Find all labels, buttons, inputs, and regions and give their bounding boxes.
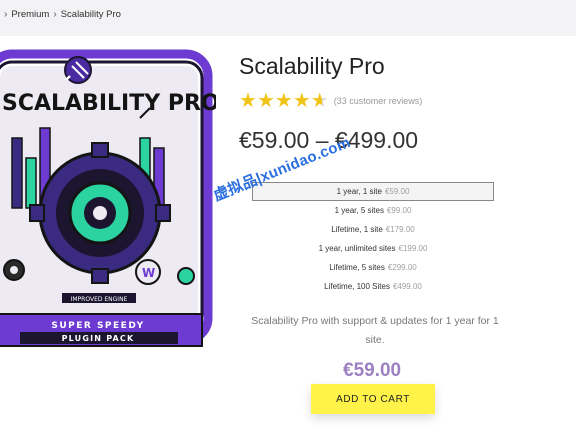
variation-price: €299.00 bbox=[387, 263, 417, 272]
variation-list: 1 year, 1 site €59.00 1 year, 5 sites €99.0… bbox=[252, 182, 494, 296]
current-price: €59.00 bbox=[343, 360, 402, 381]
add-to-cart-button[interactable]: ADD TO CART bbox=[311, 384, 435, 414]
variation-label: Lifetime, 5 sites bbox=[329, 263, 385, 272]
star-icon: ★ bbox=[256, 90, 275, 112]
chevron-right-icon: › bbox=[4, 9, 8, 20]
variation-label: Lifetime, 1 site bbox=[331, 225, 383, 234]
variation-option[interactable]: 1 year, unlimited sites €199.00 bbox=[252, 239, 494, 258]
variation-price: €199.00 bbox=[398, 244, 428, 253]
variation-price: €59.00 bbox=[384, 187, 410, 196]
breadcrumb-item-premium[interactable]: Premium bbox=[11, 9, 49, 20]
variation-label: 1 year, unlimited sites bbox=[318, 244, 396, 253]
artwork-tagline-1: SUPER SPEEDY bbox=[51, 321, 144, 331]
plug-icon bbox=[64, 56, 92, 84]
variation-option[interactable]: Lifetime, 100 Sites €499.00 bbox=[252, 277, 494, 296]
variation-label: 1 year, 1 site bbox=[336, 187, 382, 196]
star-icon: ★ bbox=[310, 90, 329, 112]
product-rating: ★ ★ ★ ★ ★ (33 customer reviews) bbox=[239, 91, 422, 111]
breadcrumb-bar: › Premium › Scalability Pro bbox=[0, 0, 576, 36]
reviews-link[interactable]: (33 customer reviews) bbox=[334, 96, 423, 106]
variation-label: Lifetime, 100 Sites bbox=[324, 282, 390, 291]
artwork-logo-text: SCALABILITY PRO bbox=[2, 91, 216, 116]
breadcrumb: › Premium › Scalability Pro bbox=[4, 9, 121, 20]
variation-option[interactable]: Lifetime, 5 sites €299.00 bbox=[252, 258, 494, 277]
variation-price: €99.00 bbox=[386, 206, 412, 215]
variation-option[interactable]: Lifetime, 1 site €179.00 bbox=[252, 220, 494, 239]
product-image[interactable]: SCALABILITY PRO W IMPROVED ENGINE SUPER … bbox=[0, 48, 216, 350]
star-icon: ★ bbox=[292, 90, 311, 112]
product-title: Scalability Pro bbox=[239, 53, 385, 79]
artwork-tagline-2: PLUGIN PACK bbox=[62, 334, 135, 343]
star-icon: ★ bbox=[239, 90, 257, 112]
star-icon: ★ bbox=[274, 90, 293, 112]
svg-text:W: W bbox=[142, 266, 155, 280]
rating-stars: ★ ★ ★ ★ ★ bbox=[239, 91, 329, 111]
artwork-engine-label: IMPROVED ENGINE bbox=[71, 296, 128, 303]
chevron-right-icon: › bbox=[53, 9, 57, 20]
variation-price: €499.00 bbox=[392, 282, 422, 291]
variation-price: €179.00 bbox=[385, 225, 415, 234]
product-artwork: SCALABILITY PRO W IMPROVED ENGINE SUPER … bbox=[0, 48, 216, 350]
product-description: Scalability Pro with support & updates f… bbox=[251, 315, 499, 346]
variation-label: 1 year, 5 sites bbox=[334, 206, 384, 215]
product-page: › Premium › Scalability Pro SCALABILITY … bbox=[0, 0, 576, 432]
variation-option[interactable]: 1 year, 1 site €59.00 bbox=[252, 182, 494, 201]
variation-option[interactable]: 1 year, 5 sites €99.00 bbox=[252, 201, 494, 220]
breadcrumb-item-current: Scalability Pro bbox=[60, 9, 121, 20]
